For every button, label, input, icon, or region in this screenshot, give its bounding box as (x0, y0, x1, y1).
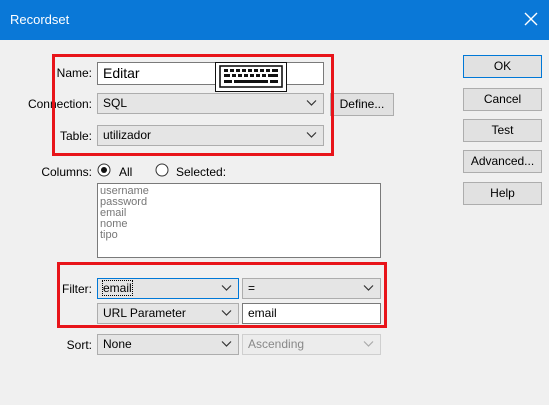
sort-column-select[interactable]: None (97, 334, 239, 355)
chevron-down-icon (363, 285, 374, 291)
window-title: Recordset (10, 12, 70, 27)
chevron-down-icon (306, 100, 317, 106)
test-button[interactable]: Test (463, 119, 542, 142)
chevron-down-icon (221, 341, 232, 347)
cancel-button[interactable]: Cancel (463, 88, 542, 111)
chevron-down-icon (221, 285, 232, 291)
title-bar: Recordset (0, 0, 549, 40)
help-button[interactable]: Help (463, 182, 542, 205)
close-icon[interactable] (521, 9, 541, 29)
keyboard-icon (215, 62, 287, 92)
filter-operator-select[interactable]: = (242, 278, 381, 299)
columns-listbox[interactable]: username password email nome tipo (97, 183, 381, 258)
sort-direction-select[interactable]: Ascending (242, 334, 381, 355)
name-label: Name: (56, 66, 92, 80)
connection-select-value: SQL (103, 96, 128, 110)
columns-selected-label: Selected: (176, 165, 227, 179)
list-item[interactable]: tipo (100, 230, 378, 241)
table-select-value: utilizador (103, 128, 152, 142)
sort-column-value: None (103, 337, 132, 351)
chevron-down-icon (306, 132, 317, 138)
radio-unchecked-icon[interactable] (155, 163, 169, 177)
filter-operator-value: = (248, 281, 256, 295)
connection-label: Connection: (27, 97, 92, 111)
name-input[interactable]: Editar (97, 62, 324, 85)
filter-label: Filter: (62, 282, 92, 296)
columns-all-label: All (119, 165, 133, 179)
filter-source-select[interactable]: URL Parameter (97, 303, 239, 324)
table-label: Table: (59, 129, 92, 143)
filter-column-value: email (102, 280, 133, 296)
advanced-button[interactable]: Advanced... (463, 150, 542, 173)
chevron-down-icon (221, 310, 232, 316)
table-select[interactable]: utilizador (97, 125, 324, 146)
list-item[interactable]: password (100, 197, 378, 208)
list-item[interactable]: nome (100, 219, 378, 230)
columns-label: Columns: (41, 165, 92, 179)
filter-column-select[interactable]: email (97, 278, 239, 299)
sort-direction-value: Ascending (248, 337, 305, 351)
connection-select[interactable]: SQL (97, 93, 324, 114)
list-item[interactable]: email (100, 208, 378, 219)
filter-value-text: email (248, 306, 277, 320)
filter-source-value: URL Parameter (103, 306, 186, 320)
define-button[interactable]: Define... (330, 93, 394, 116)
ok-button[interactable]: OK (463, 55, 542, 78)
radio-checked-icon[interactable] (97, 163, 111, 177)
filter-value-input[interactable]: email (242, 303, 381, 324)
sort-label: Sort: (66, 338, 92, 352)
name-input-value: Editar (103, 65, 140, 81)
chevron-down-icon (363, 341, 374, 347)
